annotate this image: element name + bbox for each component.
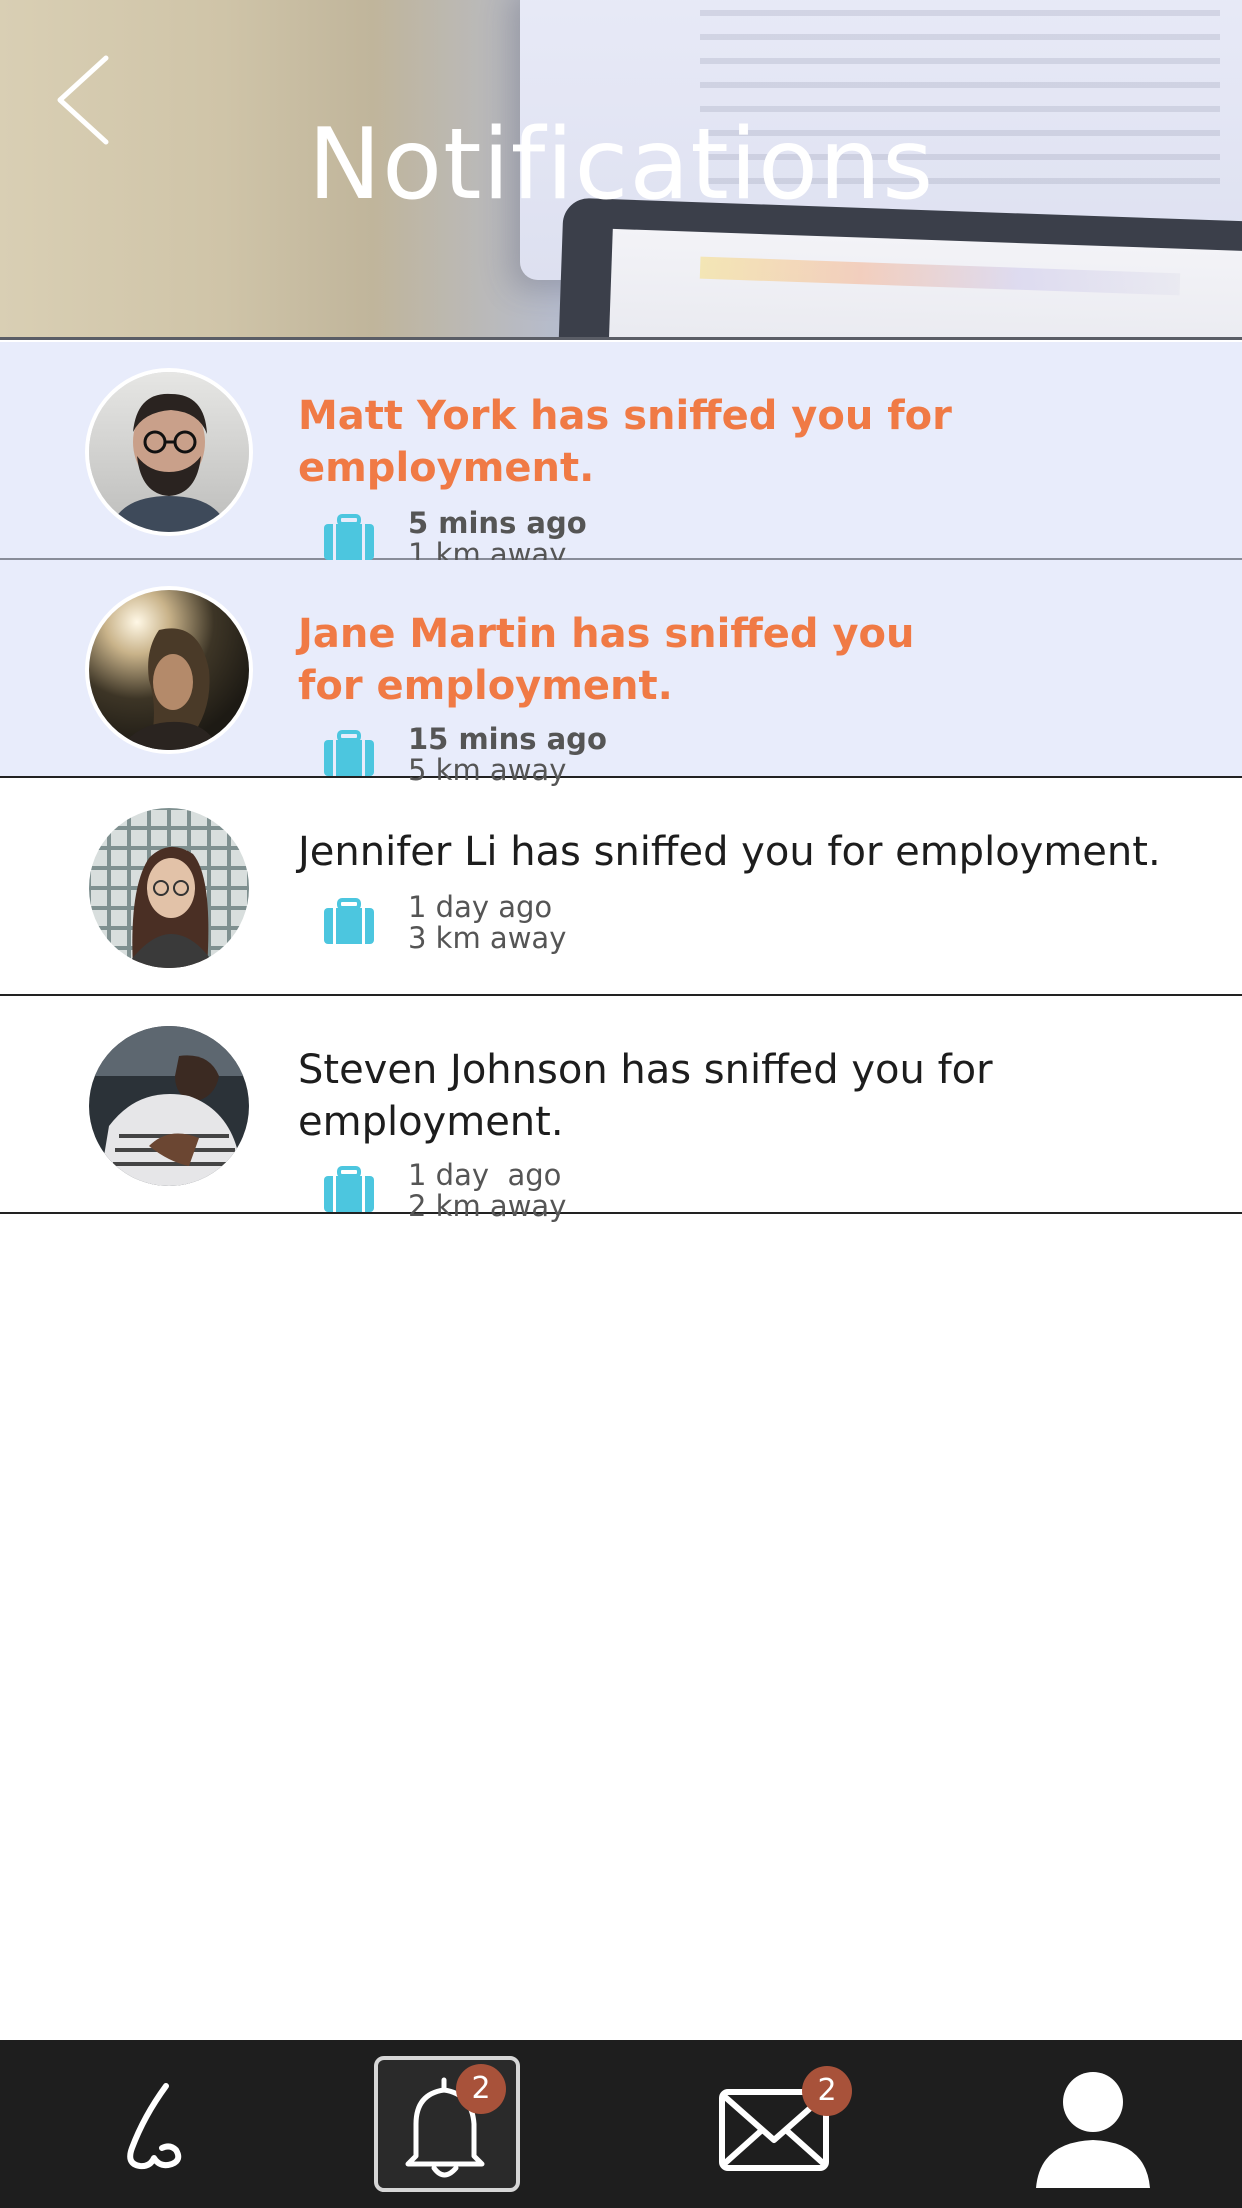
notification-item[interactable]: Jane Martin has sniffed you for employme…	[0, 560, 1242, 786]
avatar[interactable]	[85, 368, 253, 536]
notification-meta: 1 day ago 2 km away	[298, 1160, 1198, 1224]
notification-content: Matt York has sniffed you for employment…	[298, 390, 1198, 572]
nav-profile-button[interactable]	[1020, 2056, 1166, 2192]
notification-message: Jane Martin has sniffed you for employme…	[298, 611, 915, 709]
notification-message: Jennifer Li has sniffed you for employme…	[298, 829, 1161, 875]
avatar[interactable]	[85, 586, 253, 754]
notification-message: Matt York has sniffed you for employment…	[298, 393, 952, 491]
bottom-navigation-bar: 2 2	[0, 2040, 1242, 2208]
notifications-screen: Notifications Matt York has sniffed you …	[0, 0, 1242, 2208]
avatar-image	[89, 1026, 249, 1186]
header: Notifications	[0, 0, 1242, 340]
notification-list: Matt York has sniffed you for employment…	[0, 342, 1242, 1222]
notification-content: Jennifer Li has sniffed you for employme…	[298, 826, 1198, 956]
notification-badge: 2	[456, 2064, 506, 2114]
notification-item[interactable]: Jennifer Li has sniffed you for employme…	[0, 778, 1242, 996]
message-badge: 2	[802, 2066, 852, 2116]
avatar-image	[89, 372, 249, 532]
notification-distance: 3 km away	[408, 921, 567, 955]
notification-content: Jane Martin has sniffed you for employme…	[298, 608, 1198, 788]
page-title: Notifications	[307, 108, 935, 222]
notification-content: Steven Johnson has sniffed you for emplo…	[298, 1044, 1198, 1224]
avatar-image	[89, 590, 249, 750]
briefcase-icon	[322, 730, 376, 778]
notification-item[interactable]: Steven Johnson has sniffed you for emplo…	[0, 996, 1242, 1222]
notification-time: 1 day ago	[408, 1158, 562, 1192]
avatar[interactable]	[85, 1022, 253, 1190]
nav-sniff-button[interactable]	[84, 2056, 230, 2192]
notification-message: Steven Johnson has sniffed you for emplo…	[298, 1047, 993, 1145]
notification-item[interactable]: Matt York has sniffed you for employment…	[0, 342, 1242, 570]
user-icon	[1036, 2072, 1150, 2188]
avatar[interactable]	[85, 804, 253, 972]
briefcase-icon	[322, 1166, 376, 1214]
nose-icon	[127, 2083, 182, 2170]
nav-notifications-button[interactable]: 2	[374, 2056, 520, 2192]
briefcase-icon	[322, 514, 376, 562]
avatar-image	[89, 808, 249, 968]
notification-time: 15 mins ago	[408, 722, 607, 756]
briefcase-icon	[322, 898, 376, 946]
notification-distance: 2 km away	[408, 1189, 567, 1223]
notification-time: 5 mins ago	[408, 506, 587, 540]
notification-meta: 1 day ago 3 km away	[298, 892, 1198, 956]
header-divider	[0, 337, 1242, 340]
nav-messages-button[interactable]: 2	[700, 2056, 852, 2192]
notification-time: 1 day ago	[408, 890, 553, 924]
